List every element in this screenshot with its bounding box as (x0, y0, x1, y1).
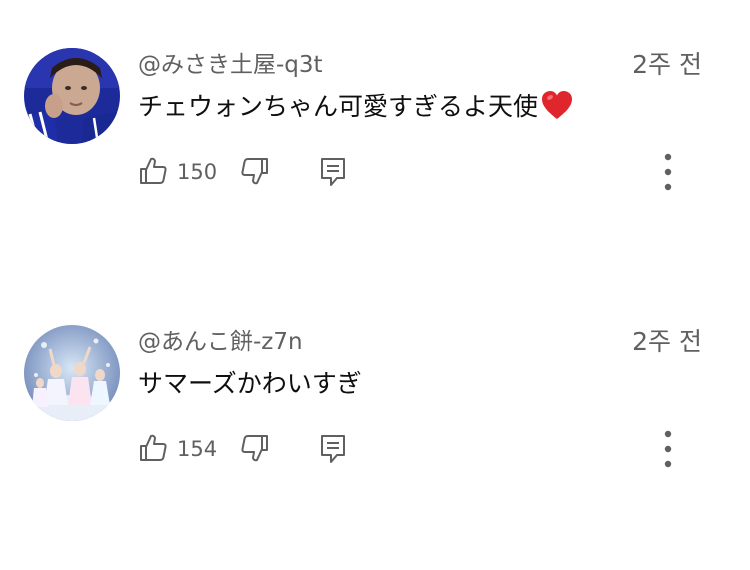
like-button[interactable] (138, 433, 172, 465)
comment-text-body: チェウォンちゃん可愛すぎるよ天使 (138, 92, 539, 121)
thumbs-up-icon (138, 157, 168, 190)
reply-icon (318, 435, 348, 469)
comment-item: @みさき土屋-q3t 2주 전 チェウォンちゃん可愛すぎるよ天使 150 (0, 48, 750, 248)
like-button[interactable] (138, 156, 172, 188)
dislike-button[interactable] (240, 156, 274, 188)
comment-author[interactable]: @あんこ餅-z7n (138, 327, 303, 357)
more-options-button[interactable] (653, 150, 683, 194)
comment-actions: 150 (138, 153, 718, 191)
more-vert-icon (653, 430, 683, 475)
thumbs-up-icon (138, 434, 168, 467)
reply-button[interactable] (318, 433, 352, 465)
comment-text: チェウォンちゃん可愛すぎるよ天使 (138, 89, 574, 131)
comment-time[interactable]: 2주 전 (632, 50, 702, 80)
thumbs-down-icon (240, 435, 270, 467)
thumbs-down-icon (240, 158, 270, 190)
comment-text: サマーズかわいすぎ (138, 369, 362, 398)
like-count: 150 (177, 160, 218, 184)
more-vert-icon (653, 153, 683, 198)
avatar[interactable] (24, 325, 120, 421)
comment-author[interactable]: @みさき土屋-q3t (138, 50, 323, 80)
avatar[interactable] (24, 48, 120, 144)
comment-actions: 154 (138, 430, 718, 468)
red-heart-icon (540, 89, 574, 131)
comment-time[interactable]: 2주 전 (632, 327, 702, 357)
comment-item: @あんこ餅-z7n 2주 전 サマーズかわいすぎ 154 (0, 325, 750, 525)
reply-icon (318, 158, 348, 192)
reply-button[interactable] (318, 156, 352, 188)
dislike-button[interactable] (240, 433, 274, 465)
like-count: 154 (177, 437, 218, 461)
more-options-button[interactable] (653, 427, 683, 471)
